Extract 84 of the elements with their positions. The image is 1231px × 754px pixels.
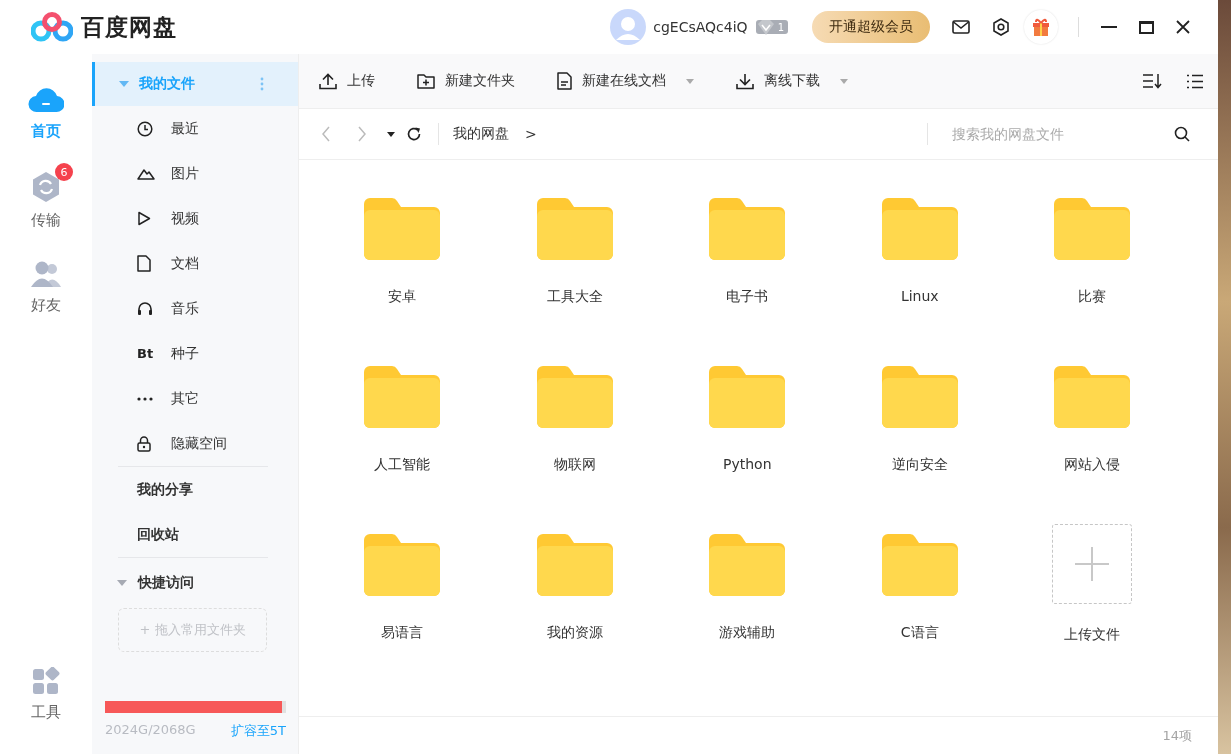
list-view-icon[interactable] [1186, 73, 1204, 89]
folder-item[interactable]: Python [661, 366, 834, 502]
notification-badge: 6 [55, 163, 73, 181]
folder-plus-icon [417, 73, 435, 89]
folder-icon [1054, 366, 1131, 428]
app-name: 百度网盘 [81, 12, 177, 42]
folder-item[interactable]: C语言 [833, 534, 1006, 670]
folder-item[interactable]: 工具大全 [488, 198, 661, 334]
lock-icon [137, 435, 151, 452]
folder-icon [536, 198, 613, 260]
folder-icon [881, 534, 958, 596]
cloud-logo-icon [31, 11, 73, 43]
folder-item[interactable]: 我的资源 [488, 534, 661, 670]
toolbar-button[interactable]: 上传 [319, 72, 375, 90]
sidebar-item[interactable]: 文档 [92, 241, 298, 286]
toolbar-button[interactable]: 新建在线文档 [557, 72, 694, 90]
sidebar-item[interactable]: 图片 [92, 151, 298, 196]
nav-item[interactable]: 传输 6 [19, 163, 73, 238]
bt-icon: Bt [137, 346, 154, 361]
sidebar-item[interactable]: 音乐 [92, 286, 298, 331]
breadcrumb-item[interactable]: 我的网盘 [453, 125, 509, 143]
item-count: 14项 [1162, 726, 1192, 745]
folder-icon [881, 198, 958, 260]
folder-icon [709, 534, 786, 596]
sidebar-item[interactable]: Bt 种子 [92, 331, 298, 376]
search-icon[interactable] [1174, 126, 1190, 142]
nav-item[interactable]: 好友 [18, 252, 74, 323]
toolbar-button[interactable]: 新建文件夹 [417, 72, 515, 90]
refresh-icon[interactable] [406, 126, 422, 142]
people-icon [30, 260, 62, 288]
folder-icon [364, 366, 441, 428]
search-field[interactable]: 搜索我的网盘文件 [950, 125, 1190, 143]
nav-item[interactable]: 工具 [25, 663, 67, 726]
sync-icon [31, 171, 61, 203]
settings-icon[interactable] [992, 18, 1010, 36]
folder-icon [881, 366, 958, 428]
vip-level-badge: 1 [755, 20, 788, 34]
sidebar-item[interactable]: 最近 [92, 106, 298, 151]
play-icon [137, 211, 151, 226]
history-caret-icon[interactable] [387, 131, 395, 137]
folder-item[interactable]: 比赛 [1006, 198, 1179, 334]
sidebar-item[interactable]: 其它 [92, 376, 298, 421]
quick-access-header[interactable]: 快捷访问 [92, 558, 298, 608]
folder-item[interactable]: 网站入侵 [1006, 366, 1179, 502]
folder-icon [364, 534, 441, 596]
folder-item[interactable]: Linux [833, 198, 1006, 334]
headphones-icon [137, 301, 153, 316]
vip-button[interactable]: 开通超级会员 [812, 11, 930, 43]
sidebar-link[interactable]: 我的分享 [92, 467, 298, 512]
folder-item[interactable]: 安卓 [316, 198, 489, 334]
clock-icon [137, 120, 153, 137]
user-name[interactable]: cgECsAQc4iQ [653, 19, 748, 35]
folder-icon [364, 198, 441, 260]
sidebar-item[interactable]: 隐藏空间 [92, 421, 298, 466]
folder-icon [536, 534, 613, 596]
grid-icon [32, 667, 60, 695]
folder-item[interactable]: 易语言 [316, 534, 489, 670]
toolbar-button[interactable]: 离线下载 [736, 72, 848, 90]
upload-plus-icon [1052, 524, 1133, 604]
folder-icon [709, 198, 786, 260]
folder-item[interactable]: 人工智能 [316, 366, 489, 502]
mail-icon[interactable] [952, 20, 970, 34]
more-icon [137, 396, 153, 401]
document-icon [557, 72, 572, 90]
folder-icon [709, 366, 786, 428]
gift-icon[interactable] [1031, 17, 1051, 37]
download-icon [736, 72, 754, 90]
maximize-icon[interactable] [1139, 20, 1154, 34]
folder-item[interactable]: 游戏辅助 [661, 534, 834, 670]
folder-item[interactable]: 电子书 [661, 198, 834, 334]
folder-item[interactable]: 物联网 [488, 366, 661, 502]
document-icon [137, 255, 151, 272]
sidebar-item[interactable]: 视频 [92, 196, 298, 241]
mountain-icon [137, 166, 155, 181]
folder-icon [1054, 198, 1131, 260]
folder-item[interactable]: 逆向安全 [833, 366, 1006, 502]
folder-icon [536, 366, 613, 428]
upload-tile[interactable]: 上传文件 [1006, 524, 1179, 670]
upload-icon [319, 72, 337, 90]
sort-icon[interactable] [1142, 73, 1162, 89]
breadcrumb-separator: > [525, 126, 537, 142]
close-icon[interactable] [1176, 20, 1190, 34]
sidebar-link[interactable]: 回收站 [92, 512, 298, 557]
storage-usage: 2024G/2068G [105, 722, 196, 739]
